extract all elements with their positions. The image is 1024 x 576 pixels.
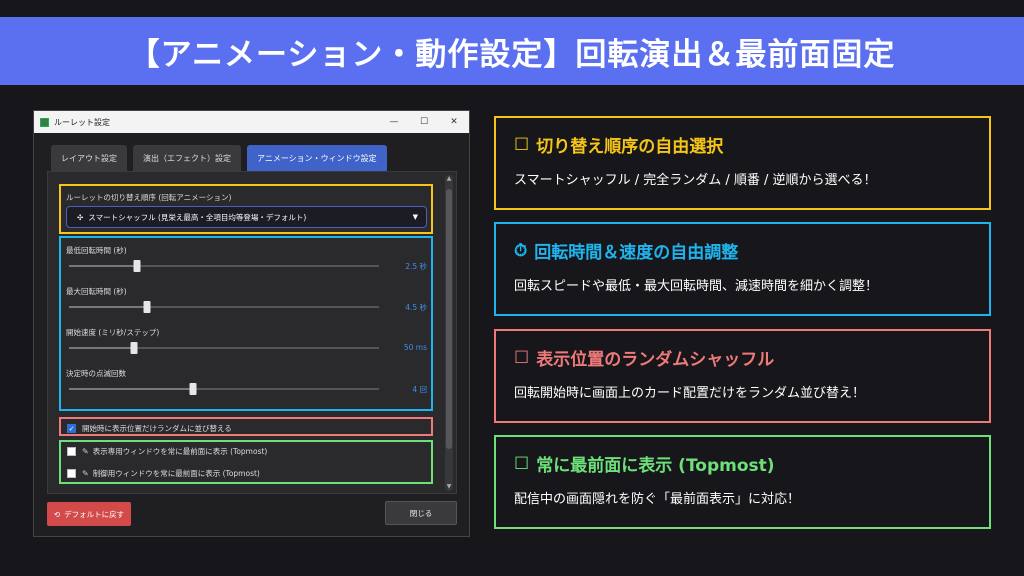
slider-knob[interactable] (130, 342, 138, 354)
card-title: 常に最前面に表示 (Topmost) (536, 456, 775, 476)
scroll-down-icon[interactable]: ▼ (445, 483, 453, 491)
display-topmost-checkbox[interactable]: ✎ 表示専用ウィンドウを常に最前面に表示 (Topmost) (67, 446, 267, 457)
checkbox-unchecked[interactable] (67, 469, 76, 478)
slider-fill (69, 388, 193, 390)
card-desc: スマートシャッフル / 完全ランダム / 順番 / 逆順から選べる！ (514, 173, 877, 188)
card-desc: 回転スピードや最低・最大回転時間、減速時間を細かく調整！ (514, 279, 879, 294)
checkbox-label: 表示専用ウィンドウを常に最前面に表示 (Topmost) (92, 447, 268, 456)
checkbox-unchecked[interactable] (67, 447, 76, 456)
order-label: ルーレットの切り替え順序 (回転アニメーション) (66, 193, 232, 202)
slider-label: 決定時の点滅回数 (66, 369, 126, 378)
slider-knob[interactable] (133, 260, 141, 272)
shuffle-position-checkbox[interactable]: ✓ 開始時に表示位置だけランダムに並び替える (67, 423, 232, 434)
banner-title: 【アニメーション・動作設定】回転演出＆最前面固定 (128, 36, 896, 73)
pin-icon: ✎ (82, 469, 89, 478)
slider-value: 4 回 (412, 385, 427, 394)
card-desc: 回転開始時に画面上のカード配置だけをランダム並び替え！ (514, 386, 866, 401)
highlight-timing (59, 236, 433, 411)
card-title: 回転時間＆速度の自由調整 (534, 243, 739, 263)
slider-value: 4.5 秒 (405, 303, 427, 312)
feature-card-topmost: ☐ 常に最前面に表示 (Topmost) 配信中の画面隠れを防ぐ「最前面表示」に対… (494, 435, 991, 529)
stopwatch-icon: ⏱ (514, 240, 528, 261)
tab-effects[interactable]: 演出（エフェクト）設定 (133, 145, 241, 171)
checkbox-icon: ☐ (514, 134, 530, 155)
card-title: 表示位置のランダムシャッフル (536, 350, 775, 370)
scroll-up-icon[interactable]: ▲ (445, 175, 453, 183)
slider-fill (69, 306, 147, 308)
header-banner: 【アニメーション・動作設定】回転演出＆最前面固定 (0, 17, 1024, 85)
pin-icon: ✎ (82, 447, 89, 456)
close-button[interactable]: 閉じる (385, 501, 457, 525)
checkbox-icon: ☐ (514, 347, 530, 368)
app-icon (40, 117, 49, 127)
slider-knob[interactable] (143, 301, 150, 313)
feature-card-shuffle: ☐ 表示位置のランダムシャッフル 回転開始時に画面上のカード配置だけをランダム並び… (494, 329, 991, 423)
shuffle-icon: ✣ (77, 212, 84, 222)
feature-card-order: ☐ 切り替え順序の自由選択 スマートシャッフル / 完全ランダム / 順番 / 逆… (494, 116, 991, 210)
slider-knob[interactable] (189, 383, 197, 395)
scroll-thumb[interactable] (446, 189, 452, 449)
close-window-button[interactable]: ✕ (439, 111, 469, 133)
feature-card-timing: ⏱ 回転時間＆速度の自由調整 回転スピードや最低・最大回転時間、減速時間を細かく調… (494, 222, 991, 316)
slider-fill (69, 347, 135, 349)
reset-icon: ⟲ (53, 509, 61, 519)
tab-animation-window[interactable]: アニメーション・ウィンドウ設定 (247, 145, 387, 171)
order-select[interactable]: ✣ スマートシャッフル (見栄え最高・全項目均等登場・デフォルト) ▼ (66, 206, 427, 228)
slider-fill (69, 265, 138, 267)
slider-track[interactable] (69, 342, 379, 354)
window-title: ルーレット設定 (54, 117, 110, 127)
reset-label: デフォルトに戻す (64, 509, 125, 519)
maximize-button[interactable]: ☐ (409, 111, 439, 133)
slider-value: 50 ms (403, 343, 427, 352)
reset-default-button[interactable]: ⟲ デフォルトに戻す (47, 502, 131, 526)
checkbox-checked[interactable]: ✓ (67, 424, 76, 433)
order-selected-value: スマートシャッフル (見栄え最高・全項目均等登場・デフォルト) (88, 212, 307, 222)
slider-label: 最大回転時間 (秒) (66, 287, 127, 296)
checkbox-label: 制御用ウィンドウを常に最前面に表示 (Topmost) (92, 469, 260, 478)
card-title: 切り替え順序の自由選択 (536, 137, 724, 157)
tab-bar: レイアウト設定 演出（エフェクト）設定 アニメーション・ウィンドウ設定 (51, 145, 387, 171)
card-desc: 配信中の画面隠れを防ぐ「最前面表示」に対応！ (514, 492, 801, 507)
minimize-button[interactable]: — (379, 111, 409, 133)
slider-label: 開始速度 (ミリ秒/ステップ) (66, 328, 160, 337)
tab-layout[interactable]: レイアウト設定 (51, 145, 127, 171)
slider-track[interactable] (69, 260, 379, 272)
vertical-scrollbar[interactable]: ▲ ▼ (445, 175, 453, 491)
checkbox-icon: ☐ (514, 453, 530, 474)
title-bar[interactable]: ルーレット設定 — ☐ ✕ (34, 111, 469, 133)
chevron-down-icon: ▼ (412, 213, 418, 221)
slider-track[interactable] (69, 301, 379, 313)
slider-track[interactable] (69, 383, 379, 395)
slider-value: 2.5 秒 (405, 262, 427, 271)
slider-label: 最低回転時間 (秒) (66, 246, 127, 255)
control-topmost-checkbox[interactable]: ✎ 制御用ウィンドウを常に最前面に表示 (Topmost) (67, 468, 260, 479)
checkbox-label: 開始時に表示位置だけランダムに並び替える (82, 424, 232, 433)
